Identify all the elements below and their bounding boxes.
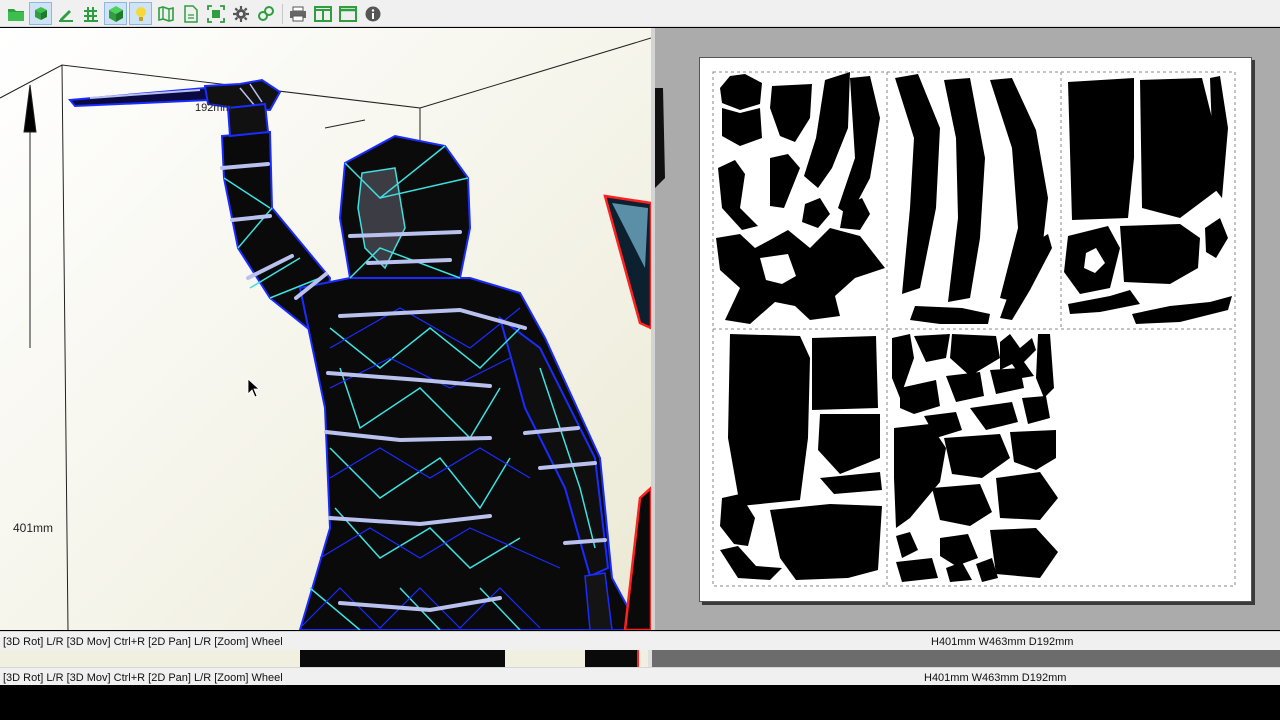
status-bar-duplicate: [3D Rot] L/R [3D Mov] Ctrl+R [2D Pan] L/… — [0, 667, 1280, 687]
split-view-button[interactable] — [311, 2, 334, 25]
status-hint-duplicate: [3D Rot] L/R [3D Mov] Ctrl+R [2D Pan] L/… — [3, 672, 283, 684]
fit-view-button[interactable] — [204, 2, 227, 25]
lightbulb-icon — [135, 6, 146, 21]
status-dimensions-duplicate: H401mm W463mm D192mm — [924, 672, 1067, 684]
window-button[interactable] — [336, 2, 359, 25]
parts-page-5 — [892, 334, 1058, 582]
underlying-view-strip — [0, 650, 1280, 668]
fold-lines-button[interactable] — [79, 2, 102, 25]
parts-page-3 — [1064, 76, 1232, 324]
info-icon — [365, 6, 380, 21]
underlying-figure-fragment — [300, 650, 505, 668]
paper-sheet[interactable] — [699, 57, 1252, 602]
cube-icon — [108, 5, 123, 22]
main-toolbar — [0, 0, 1280, 27]
letterbox-bar — [0, 685, 1280, 720]
window-icon — [338, 5, 357, 22]
3d-view[interactable]: 401mm 192mm — [0, 28, 652, 630]
edit-button[interactable] — [54, 2, 77, 25]
toolbar-buttons — [4, 2, 386, 25]
document-button[interactable] — [179, 2, 202, 25]
parts-page-2 — [895, 74, 1052, 324]
edit-pen-icon — [58, 9, 73, 22]
gear-icon — [232, 5, 249, 22]
status-bar: [3D Rot] L/R [3D Mov] Ctrl+R [2D Pan] L/… — [0, 631, 1280, 651]
about-button[interactable] — [361, 2, 384, 25]
selected-part-outline — [603, 194, 651, 630]
document-icon — [183, 4, 198, 23]
2d-left-edge-parts — [655, 88, 665, 188]
parts-page-4 — [720, 334, 882, 580]
open-folder-icon — [7, 8, 24, 21]
figure-body — [220, 102, 642, 630]
unfolded-parts-layout[interactable] — [700, 58, 1251, 601]
fold-lines-icon — [83, 6, 98, 22]
settings-button[interactable] — [229, 2, 252, 25]
split-view-icon — [313, 5, 332, 22]
parts-page-1 — [716, 72, 885, 324]
underlying-splitter — [648, 650, 652, 668]
underlying-part-fragment — [585, 650, 639, 668]
link-button[interactable] — [254, 2, 277, 25]
3d-model[interactable] — [0, 28, 651, 630]
open-button[interactable] — [4, 2, 27, 25]
light-button[interactable] — [129, 2, 152, 25]
fit-view-icon — [206, 4, 225, 23]
3d-view-button[interactable] — [104, 2, 127, 25]
map-button[interactable] — [154, 2, 177, 25]
printer-icon — [289, 6, 306, 21]
map-icon — [157, 5, 174, 22]
toolbar-separator — [282, 3, 283, 24]
mouse-cursor — [247, 378, 261, 398]
print-button[interactable] — [286, 2, 309, 25]
link-icon — [257, 5, 274, 21]
unfold-button[interactable] — [29, 2, 52, 25]
depth-dimension-label: 192mm — [195, 102, 232, 114]
unfold-icon — [34, 6, 47, 20]
height-dimension-label: 401mm — [13, 521, 54, 535]
status-dimensions: H401mm W463mm D192mm — [931, 636, 1074, 648]
status-hint: [3D Rot] L/R [3D Mov] Ctrl+R [2D Pan] L/… — [3, 636, 283, 648]
